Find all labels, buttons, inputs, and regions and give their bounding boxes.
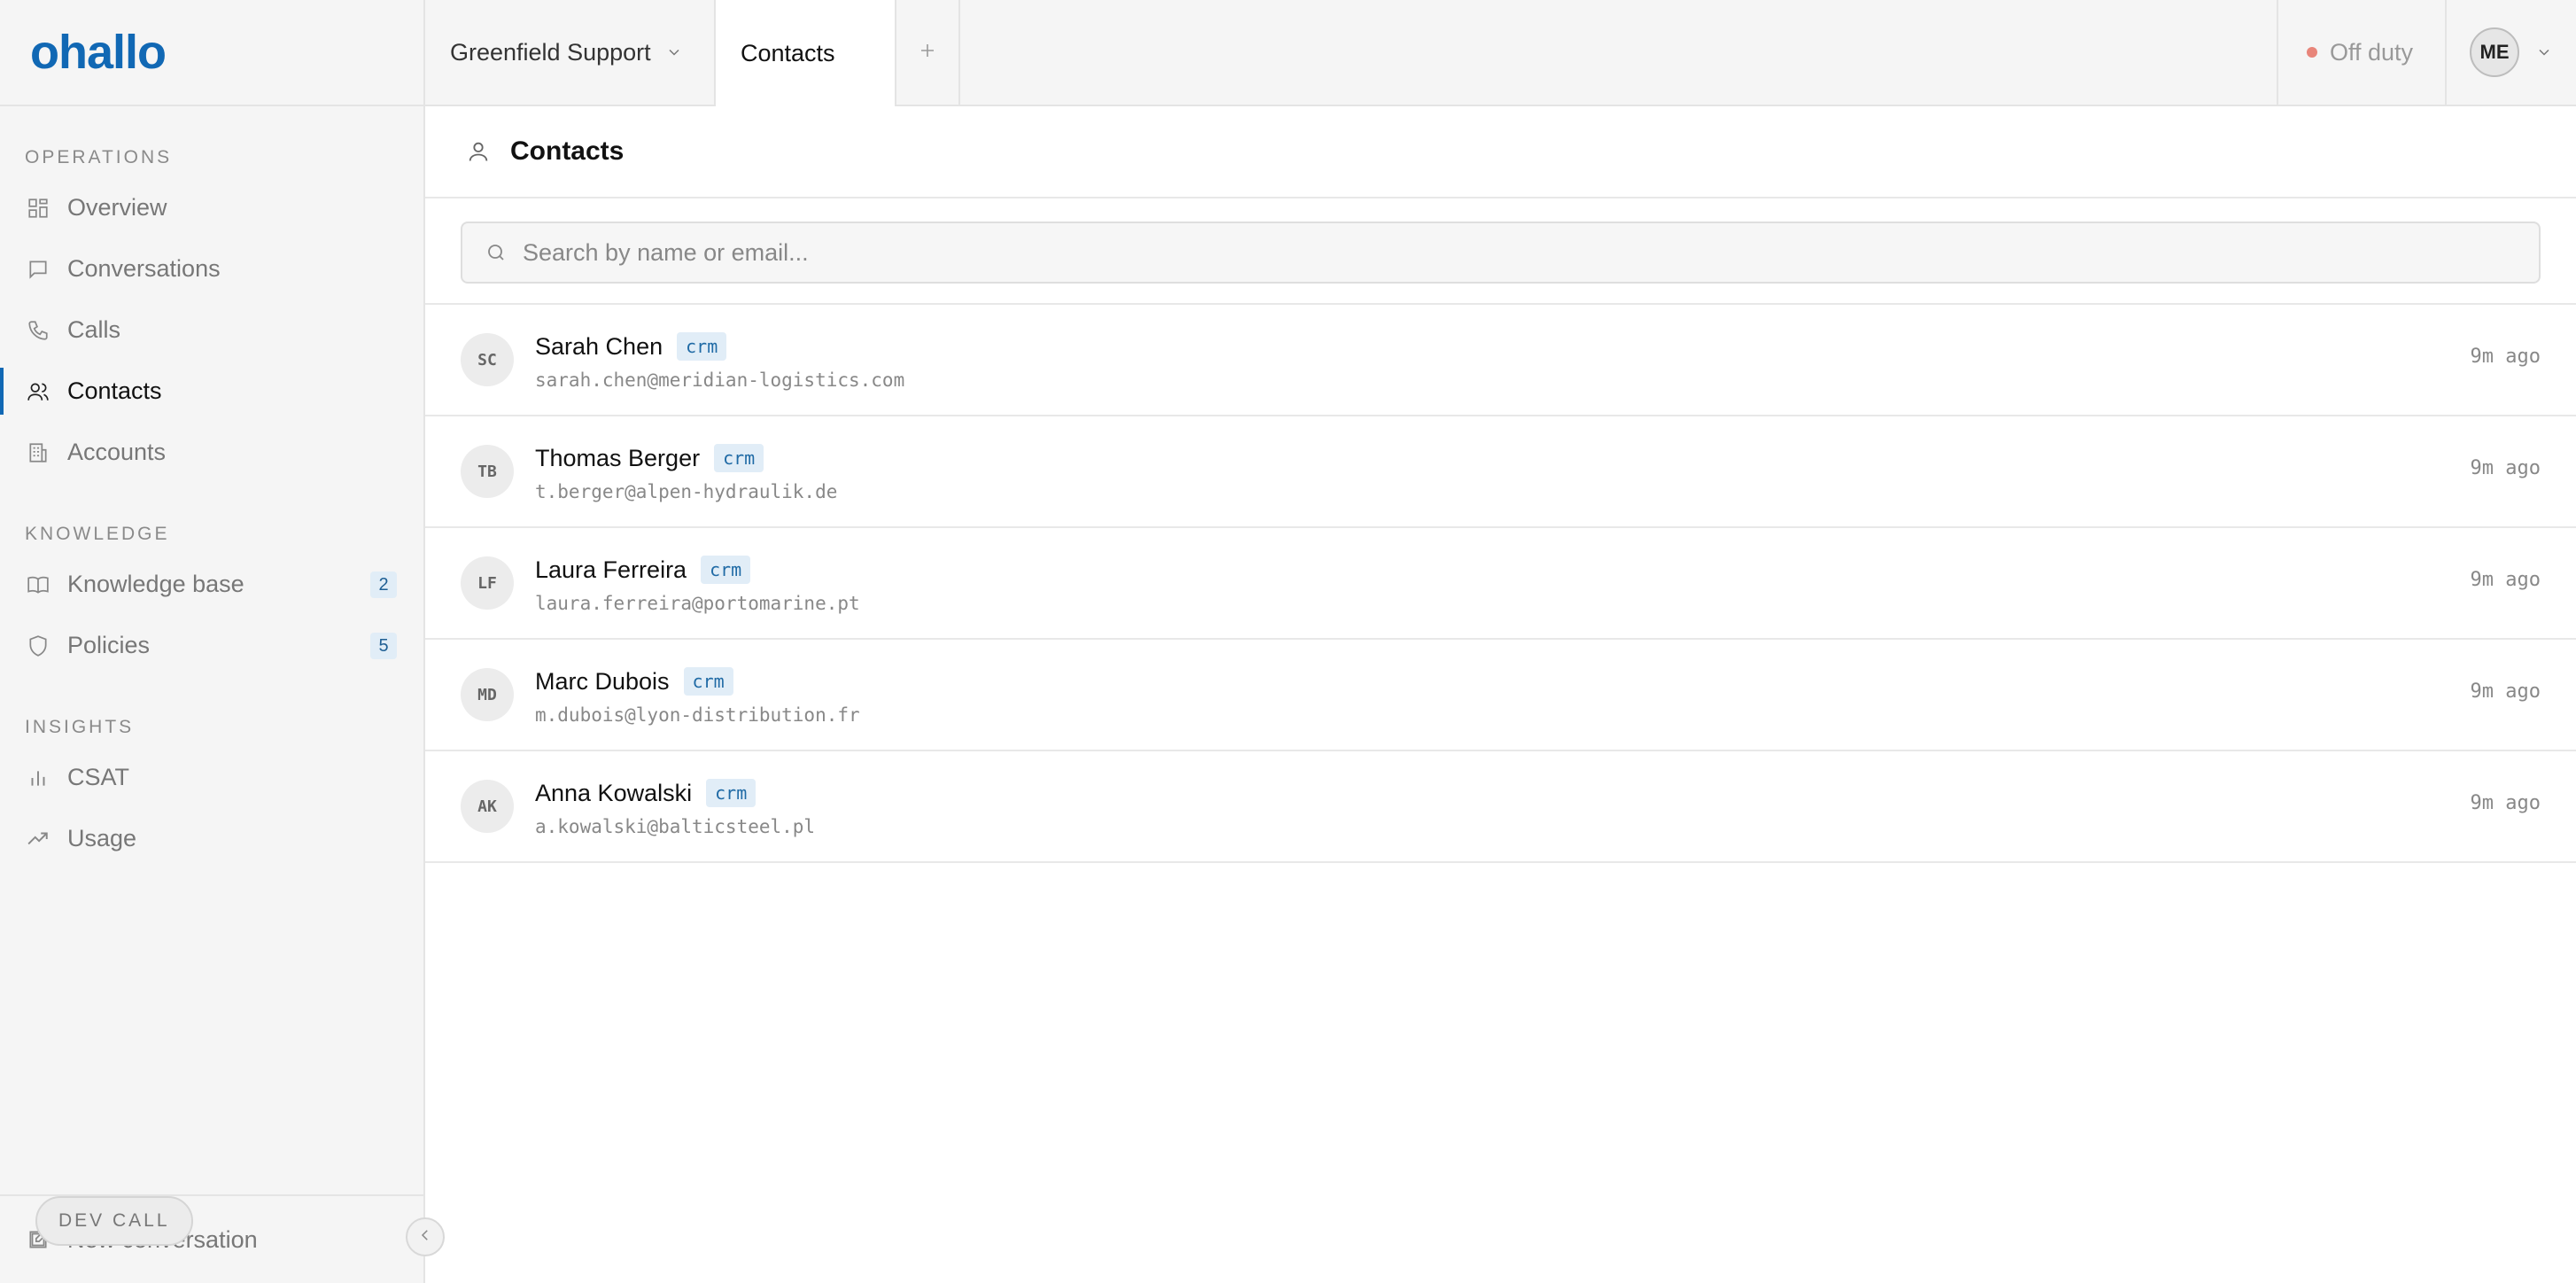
contact-avatar: MD [461,668,514,721]
tab-label: Contacts [741,39,835,66]
chevron-down-icon [665,43,683,61]
sidebar-item-label: Conversations [67,255,221,282]
sidebar-item-overview[interactable]: Overview [0,177,423,238]
contact-email: laura.ferreira@portomarine.pt [535,593,860,614]
sidebar-item-contacts[interactable]: Contacts [0,361,423,422]
status-dot [2307,47,2317,58]
status-label: Off duty [2330,38,2414,66]
sidebar-item-usage[interactable]: Usage [0,808,423,869]
sidebar-item-conversations[interactable]: Conversations [0,238,423,299]
workspace-name: Greenfield Support [450,38,651,66]
plus-icon [917,40,938,66]
source-tag: crm [701,556,751,584]
workspace-selector[interactable]: Greenfield Support [425,0,716,105]
contact-email: m.dubois@lyon-distribution.fr [535,704,860,726]
sidebar-item-label: Calls [67,316,121,343]
trend-icon [25,826,51,852]
sidebar-item-label: Contacts [67,377,162,404]
avatar: ME [2470,27,2519,77]
sidebar-item-label: CSAT [67,764,130,790]
contact-timestamp: 9m ago [2470,680,2541,703]
tab-contacts[interactable]: Contacts [716,0,896,106]
search-icon [485,241,508,264]
contact-avatar: LF [461,556,514,610]
sidebar-item-policies[interactable]: Policies 5 [0,615,423,676]
page-header: Contacts [425,106,2576,198]
contact-name: Thomas Berger [535,444,701,471]
contact-avatar: TB [461,445,514,498]
source-tag: crm [706,779,757,807]
users-icon [25,378,51,405]
bar-chart-icon [25,765,51,791]
sidebar-item-knowledge-base[interactable]: Knowledge base 2 [0,554,423,615]
contact-timestamp: 9m ago [2470,457,2541,479]
contact-row[interactable]: LF Laura Ferreira crm laura.ferreira@por… [425,528,2576,640]
sidebar-item-calls[interactable]: Calls [0,299,423,361]
page-title: Contacts [510,136,625,166]
sidebar: ohallo OPERATIONS Overview Conversations… [0,0,425,1283]
contact-timestamp: 9m ago [2470,792,2541,814]
sidebar-item-label: Policies [67,632,151,658]
dev-call-button[interactable]: DEV CALL [35,1196,193,1246]
contact-list: SC Sarah Chen crm sarah.chen@meridian-lo… [425,305,2576,863]
contact-avatar: SC [461,333,514,386]
building-icon [25,439,51,466]
sidebar-item-label: Knowledge base [67,571,244,597]
sidebar-item-label: Overview [67,194,167,221]
source-tag: crm [677,332,727,361]
section-label-operations: OPERATIONS [25,147,173,167]
search-input[interactable] [521,237,2470,268]
sidebar-item-label: Accounts [67,439,167,465]
user-icon [464,137,493,166]
topbar: Greenfield Support Contacts Off duty ME [425,0,2576,106]
contact-name: Sarah Chen [535,332,663,360]
grid-icon [25,195,51,222]
logo-area: ohallo [0,0,423,106]
contact-timestamp: 9m ago [2470,569,2541,591]
source-tag: crm [683,667,733,696]
contact-row[interactable]: SC Sarah Chen crm sarah.chen@meridian-lo… [425,305,2576,416]
sidebar-item-csat[interactable]: CSAT [0,747,423,808]
chevron-down-icon [2535,43,2553,61]
sidebar-nav: OPERATIONS Overview Conversations Calls … [0,106,423,869]
contact-email: a.kowalski@balticsteel.pl [535,816,816,837]
count-badge: 2 [370,572,397,598]
chat-icon [25,256,51,283]
user-menu[interactable]: ME [2445,0,2576,105]
search-box[interactable] [461,222,2541,284]
sidebar-item-accounts[interactable]: Accounts [0,422,423,483]
contact-row[interactable]: MD Marc Dubois crm m.dubois@lyon-distrib… [425,640,2576,751]
add-tab-button[interactable] [896,0,960,105]
contact-email: sarah.chen@meridian-logistics.com [535,369,905,391]
contact-row[interactable]: TB Thomas Berger crm t.berger@alpen-hydr… [425,416,2576,528]
contact-avatar: AK [461,780,514,833]
chevron-left-icon [417,1227,433,1248]
contact-name: Marc Dubois [535,667,670,695]
shield-icon [25,633,51,659]
main-content: Contacts SC Sarah Chen crm sarah.chen@me… [425,106,2576,1283]
section-label-knowledge: KNOWLEDGE [25,524,170,544]
book-icon [25,572,51,598]
source-tag: crm [714,444,764,472]
contact-timestamp: 9m ago [2470,346,2541,368]
section-label-insights: INSIGHTS [25,717,135,737]
contact-name: Anna Kowalski [535,779,693,806]
sidebar-item-label: Usage [67,825,137,851]
contact-email: t.berger@alpen-hydraulik.de [535,481,838,502]
count-badge: 5 [370,633,397,659]
status-toggle[interactable]: Off duty [2277,0,2445,105]
logo[interactable]: ohallo [30,25,167,80]
contact-name: Laura Ferreira [535,556,687,583]
collapse-sidebar-button[interactable] [406,1217,445,1256]
phone-icon [25,317,51,344]
search-bar [425,198,2576,305]
contact-row[interactable]: AK Anna Kowalski crm a.kowalski@balticst… [425,751,2576,863]
